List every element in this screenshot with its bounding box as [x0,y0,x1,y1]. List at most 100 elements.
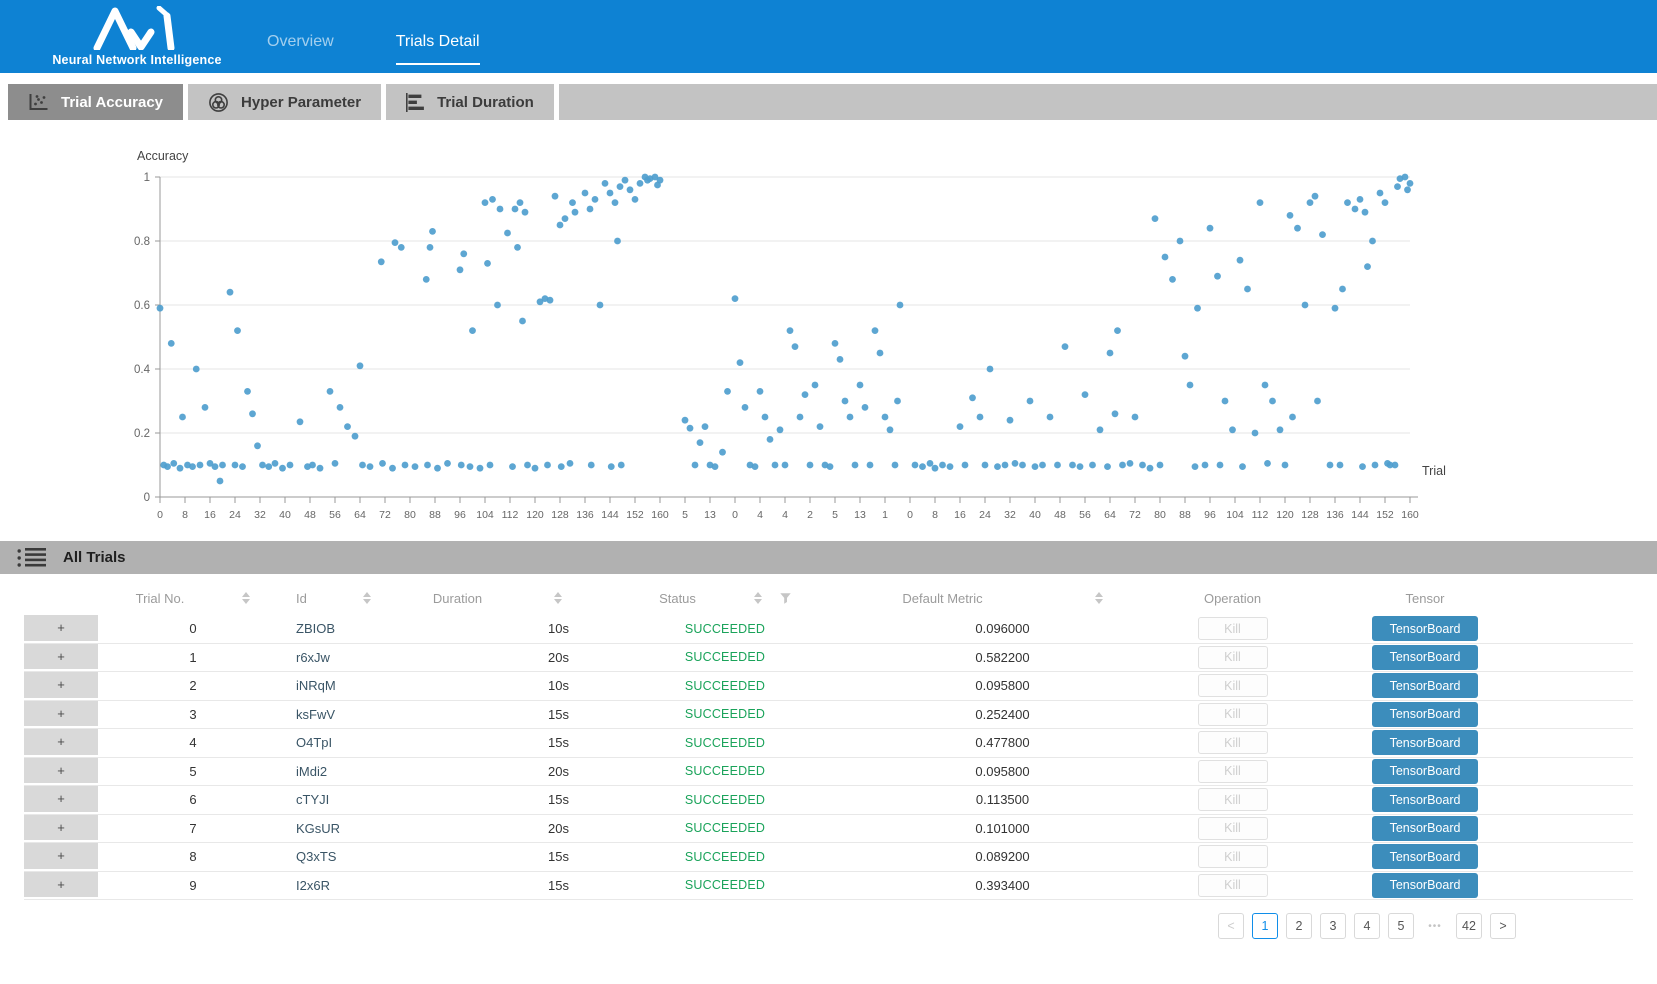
kill-button[interactable]: Kill [1198,788,1268,811]
row-expand-button[interactable]: + [24,786,98,814]
row-expand-button[interactable]: + [24,615,98,643]
svg-text:72: 72 [379,509,391,521]
svg-text:128: 128 [551,509,569,521]
svg-text:32: 32 [1004,509,1016,521]
cell-tensor: TensorBoard [1335,644,1515,672]
kill-button[interactable]: Kill [1198,617,1268,640]
sort-icon[interactable] [242,592,250,604]
cell-operation: Kill [1130,701,1335,729]
cell-status: SUCCEEDED [575,815,875,843]
chart-section: 00.20.40.60.8108162432404856647280889610… [0,120,1657,538]
tensorboard-button[interactable]: TensorBoard [1372,730,1478,755]
tensorboard-button[interactable]: TensorBoard [1372,673,1478,698]
kill-button[interactable]: Kill [1198,845,1268,868]
filter-icon[interactable] [780,593,791,604]
sort-icon[interactable] [554,592,562,604]
row-trailing-spacer [1515,701,1633,729]
row-expand-button[interactable]: + [24,672,98,700]
tensorboard-button[interactable]: TensorBoard [1372,759,1478,784]
kill-button[interactable]: Kill [1198,760,1268,783]
tensorboard-button[interactable]: TensorBoard [1372,844,1478,869]
cell-default-metric: 0.101000 [875,815,1130,843]
nav-trials-detail[interactable]: Trials Detail [396,33,480,65]
pagination-page-2[interactable]: 2 [1286,913,1312,939]
sort-icon[interactable] [1095,592,1103,604]
column-header-tensor: Tensor [1335,581,1515,615]
tensorboard-button[interactable]: TensorBoard [1372,616,1478,641]
tensorboard-button[interactable]: TensorBoard [1372,645,1478,670]
svg-text:13: 13 [704,509,716,521]
row-expand-button[interactable]: + [24,872,98,900]
column-header-default-metric[interactable]: Default Metric [875,581,1130,615]
top-header: Neural Network Intelligence Overview Tria… [0,0,1657,73]
column-label: Duration [433,591,482,606]
column-header-operation: Operation [1130,581,1335,615]
column-label: Id [296,591,307,606]
tab-trial-accuracy[interactable]: Trial Accuracy [8,84,183,120]
kill-button[interactable]: Kill [1198,874,1268,897]
cell-id: KGsUR [288,815,420,843]
nni-logo: Neural Network Intelligence [62,6,212,67]
svg-text:0.2: 0.2 [134,428,150,440]
cell-operation: Kill [1130,729,1335,757]
tab-hyper-parameter[interactable]: Hyper Parameter [188,84,381,120]
cell-id: I2x6R [288,872,420,900]
pagination-page-4[interactable]: 4 [1354,913,1380,939]
kill-button[interactable]: Kill [1198,674,1268,697]
svg-text:Trial: Trial [1422,464,1446,478]
cell-tensor: TensorBoard [1335,843,1515,871]
row-expand-button[interactable]: + [24,729,98,757]
column-label: Tensor [1405,591,1444,606]
kill-button[interactable]: Kill [1198,646,1268,669]
svg-text:88: 88 [429,509,441,521]
tab-trial-duration[interactable]: Trial Duration [386,84,554,120]
svg-text:64: 64 [1104,509,1116,521]
tab-strip-filler [559,84,1657,120]
row-expand-button[interactable]: + [24,843,98,871]
svg-text:88: 88 [1179,509,1191,521]
tensorboard-button[interactable]: TensorBoard [1372,787,1478,812]
svg-text:1: 1 [144,172,150,184]
sort-icon[interactable] [754,592,762,604]
pagination-page-42[interactable]: 42 [1456,913,1482,939]
column-header-trial-no-[interactable]: Trial No. [98,581,288,615]
svg-text:56: 56 [1079,509,1091,521]
nav-overview[interactable]: Overview [267,33,334,73]
cell-trial-no: 7 [98,815,288,843]
column-label: Status [659,591,696,606]
kill-button[interactable]: Kill [1198,703,1268,726]
column-header-duration[interactable]: Duration [420,581,575,615]
kill-button[interactable]: Kill [1198,817,1268,840]
column-header-status[interactable]: Status [575,581,875,615]
column-label: Trial No. [136,591,185,606]
row-expand-button[interactable]: + [24,758,98,786]
cell-tensor: TensorBoard [1335,815,1515,843]
cell-duration: 15s [420,786,575,814]
column-header-id[interactable]: Id [288,581,420,615]
row-trailing-spacer [1515,758,1633,786]
tab-strip: Trial AccuracyHyper ParameterTrial Durat… [0,84,1657,120]
pagination-page-1[interactable]: 1 [1252,913,1278,939]
row-expand-button[interactable]: + [24,701,98,729]
cell-id: O4TpI [288,729,420,757]
tensorboard-button[interactable]: TensorBoard [1372,816,1478,841]
svg-text:48: 48 [1054,509,1066,521]
svg-text:0: 0 [157,509,163,521]
svg-text:5: 5 [682,509,688,521]
cell-status: SUCCEEDED [575,872,875,900]
svg-text:72: 72 [1129,509,1141,521]
kill-button[interactable]: Kill [1198,731,1268,754]
sort-icon[interactable] [363,592,371,604]
cell-trial-no: 8 [98,843,288,871]
cell-status: SUCCEEDED [575,644,875,672]
tensorboard-button[interactable]: TensorBoard [1372,873,1478,898]
pagination-page-5[interactable]: 5 [1388,913,1414,939]
pagination-next-button[interactable]: > [1490,913,1516,939]
pagination-page-3[interactable]: 3 [1320,913,1346,939]
row-expand-button[interactable]: + [24,644,98,672]
svg-text:Accuracy: Accuracy [137,149,189,163]
svg-text:96: 96 [1204,509,1216,521]
row-expand-button[interactable]: + [24,815,98,843]
tensorboard-button[interactable]: TensorBoard [1372,702,1478,727]
svg-text:96: 96 [454,509,466,521]
